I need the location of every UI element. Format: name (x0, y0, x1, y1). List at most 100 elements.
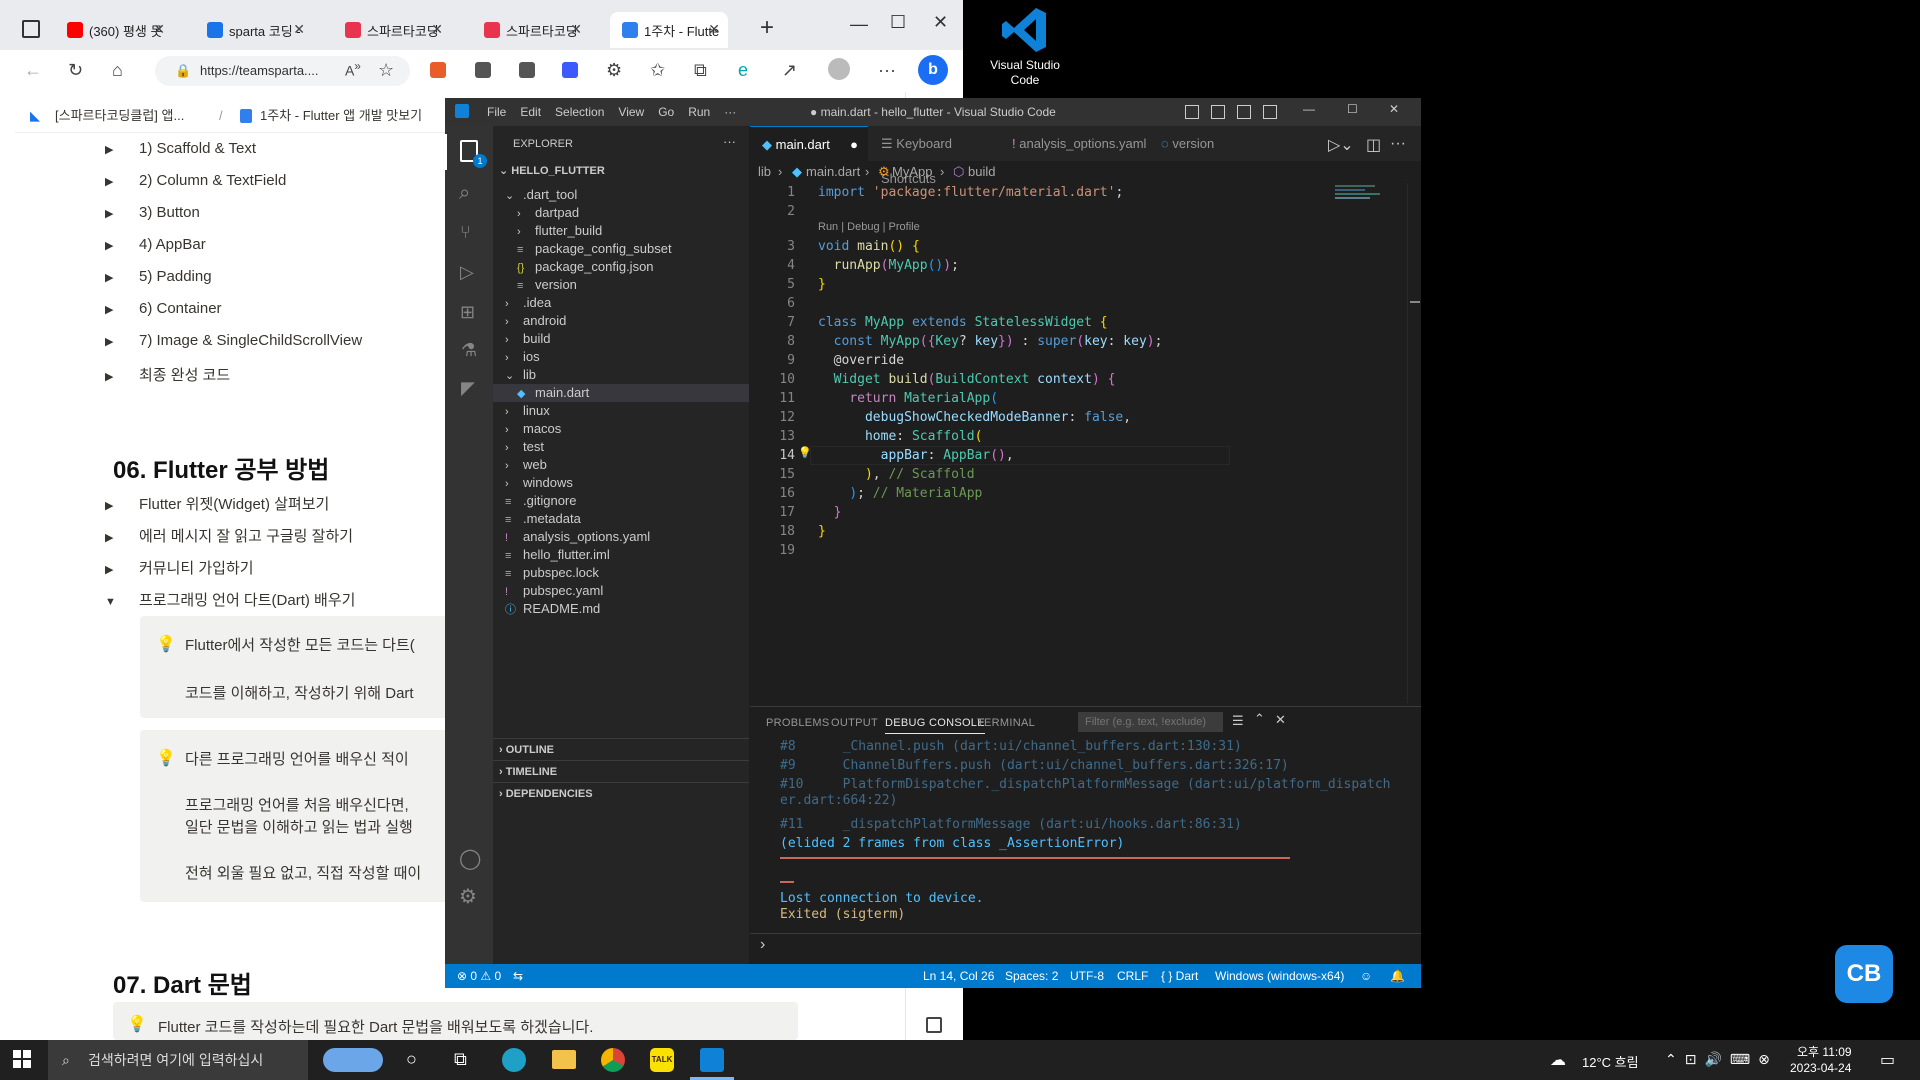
menu-item[interactable]: ··· (724, 105, 736, 119)
maximize-button[interactable]: ☐ (1347, 102, 1358, 116)
explorer-icon[interactable]: 1 (445, 134, 493, 170)
live-share-icon[interactable]: ⇆ (513, 964, 523, 988)
explorer-item[interactable]: ! pubspec.yaml (493, 582, 749, 600)
edge-bar-icon[interactable]: e (738, 60, 748, 81)
settings-icon[interactable]: ⚙ (459, 884, 477, 909)
more-actions-icon[interactable]: ··· (1390, 135, 1406, 153)
explorer-item[interactable]: › dartpad (493, 204, 749, 222)
layout-icon[interactable] (1211, 105, 1225, 119)
tab-actions-icon[interactable] (22, 20, 40, 38)
timeline-section[interactable]: › TIMELINE (493, 760, 749, 782)
tab-close-icon[interactable]: ✕ (293, 21, 305, 38)
toggle-item[interactable]: ▶ Flutter 위젯(Widget) 살펴보기 (105, 493, 329, 514)
explorer-more-icon[interactable]: ··· (723, 134, 736, 149)
device-selector[interactable]: Windows (windows-x64) (1215, 964, 1344, 988)
layout-icon[interactable] (1263, 105, 1277, 119)
task-view-icon[interactable]: ⧉ (454, 1049, 467, 1070)
minimap[interactable] (1335, 183, 1395, 223)
favorite-add-icon[interactable]: ☆ (378, 60, 394, 81)
explorer-item[interactable]: ≡ version (493, 276, 749, 294)
explorer-item[interactable]: ≡ hello_flutter.iml (493, 546, 749, 564)
minimize-button[interactable]: — (850, 14, 868, 35)
crumb-lib[interactable]: lib (758, 161, 771, 183)
explorer-item[interactable]: › web (493, 456, 749, 474)
crumb-file[interactable]: main.dart (806, 161, 860, 183)
vertical-scrollbar[interactable] (1407, 183, 1421, 703)
outline-section[interactable]: › OUTLINE (493, 738, 749, 760)
tab-debug-console[interactable]: DEBUG CONSOLE (885, 717, 985, 734)
taskbar-search-box[interactable]: ⌕ 검색하려면 여기에 입력하십시 (48, 1040, 383, 1080)
explorer-item[interactable]: › android (493, 312, 749, 330)
windows-start-icon[interactable] (13, 1050, 31, 1068)
triangle-right-icon[interactable]: ▶ (105, 335, 123, 348)
breadcrumb-current[interactable]: 1주차 - Flutter 앱 개발 맛보기 (260, 100, 422, 132)
explorer-item[interactable]: › ios (493, 348, 749, 366)
testing-icon[interactable]: ⚗ (461, 340, 477, 361)
lightbulb-icon[interactable]: 💡 (798, 446, 812, 459)
tab-output[interactable]: OUTPUT (831, 717, 878, 729)
language-mode[interactable]: { } Dart (1161, 964, 1198, 988)
dependencies-section[interactable]: › DEPENDENCIES (493, 782, 749, 804)
triangle-down-icon[interactable]: ▼ (105, 596, 123, 608)
crumb-class[interactable]: MyApp (892, 161, 932, 183)
triangle-right-icon[interactable]: ▶ (105, 143, 123, 156)
triangle-right-icon[interactable]: ▶ (105, 303, 123, 316)
flutter-icon[interactable]: ◤ (461, 378, 475, 399)
triangle-right-icon[interactable]: ▶ (105, 207, 123, 220)
run-icon[interactable]: ▷⌄ (1328, 135, 1354, 155)
triangle-right-icon[interactable]: ▶ (105, 271, 123, 284)
toggle-item[interactable]: ▼ 프로그래밍 언어 다트(Dart) 배우기 (105, 589, 355, 610)
feedback-icon[interactable]: ☺ (1360, 964, 1372, 988)
maximize-panel-icon[interactable]: ⌃ (1254, 711, 1265, 727)
cube-app-icon[interactable]: CB (1835, 945, 1893, 1003)
close-panel-icon[interactable]: ✕ (1275, 712, 1286, 728)
triangle-right-icon[interactable]: ▶ (105, 563, 123, 576)
triangle-right-icon[interactable]: ▶ (105, 531, 123, 544)
explorer-item[interactable]: ⌄ .dart_tool (493, 186, 749, 204)
browser-tab[interactable]: 1주차 - Flutte ✕ (610, 12, 728, 48)
layout-icon[interactable] (1237, 105, 1251, 119)
tab-analysis-options[interactable]: ! analysis_options.yaml (1000, 126, 1148, 161)
console-input[interactable]: › (750, 933, 1421, 958)
back-icon[interactable]: ← (24, 60, 42, 81)
tab-main-dart[interactable]: ◆ main.dart ● (750, 126, 868, 161)
explorer-item[interactable]: ⓘ README.md (493, 600, 749, 618)
profile-avatar[interactable] (828, 58, 850, 80)
clock-time[interactable]: 오후 11:09 (1797, 1043, 1852, 1060)
explorer-item[interactable]: › test (493, 438, 749, 456)
explorer-item[interactable]: ! analysis_options.yaml (493, 528, 749, 546)
extensions-icon[interactable]: ⚙ (606, 60, 622, 81)
extension-icon-2[interactable] (475, 62, 491, 78)
clock-date[interactable]: 2023-04-24 (1790, 1061, 1851, 1075)
menu-item[interactable]: Go (658, 105, 674, 119)
browser-tab[interactable]: (360) 평생 못 ✕ (55, 12, 173, 48)
explorer-item[interactable]: ≡ package_config_subset (493, 240, 749, 258)
weather-text[interactable]: 12°C 흐림 (1582, 1052, 1639, 1071)
menu-item[interactable]: View (618, 105, 644, 119)
sidebar-toggle-icon[interactable] (926, 1017, 942, 1033)
notification-center-icon[interactable]: ▭ (1880, 1050, 1895, 1070)
accounts-icon[interactable]: ◯ (459, 846, 481, 871)
toggle-item[interactable]: ▶ 6) Container (105, 300, 222, 317)
search-icon[interactable]: ⌕ (459, 182, 470, 205)
notifications-icon[interactable]: 🔔 (1390, 964, 1405, 988)
extensions-icon[interactable]: ⊞ (460, 302, 475, 323)
share-icon[interactable]: ↗ (782, 60, 797, 81)
cortana-icon[interactable]: ○ (406, 1049, 417, 1070)
explorer-item[interactable]: › linux (493, 402, 749, 420)
crumb-method[interactable]: build (968, 161, 995, 183)
desktop-icon-vscode[interactable]: Visual Studio Code (990, 5, 1060, 90)
minimize-button[interactable]: — (1303, 102, 1315, 116)
breadcrumb-parent[interactable]: [스파르타코딩클럽] 앱... (55, 100, 184, 132)
explorer-item[interactable]: › windows (493, 474, 749, 492)
explorer-taskbar-icon[interactable] (552, 1050, 576, 1069)
favorites-icon[interactable]: ✩ (650, 60, 665, 81)
menu-item[interactable]: File (487, 105, 506, 119)
tab-keyboard-shortcuts[interactable]: ☰ Keyboard Shortcuts (869, 126, 999, 186)
new-tab-button[interactable]: + (760, 14, 774, 42)
explorer-item[interactable]: ≡ .gitignore (493, 492, 749, 510)
encoding[interactable]: UTF-8 (1070, 964, 1104, 988)
clear-console-icon[interactable]: ☰ (1232, 713, 1244, 729)
unsaved-dot-icon[interactable]: ● (850, 127, 858, 162)
tab-problems[interactable]: PROBLEMS (766, 717, 830, 729)
